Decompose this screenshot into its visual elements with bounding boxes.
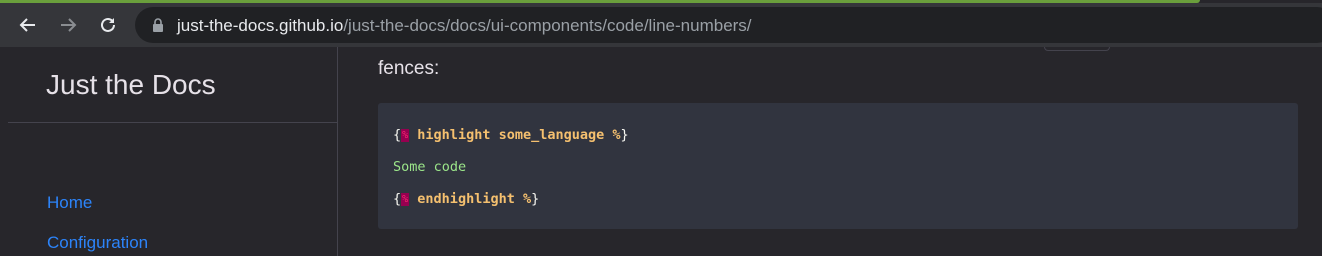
address-bar[interactable]: just-the-docs.github.io/just-the-docs/do… <box>135 7 1322 43</box>
code-line: Some code <box>393 159 467 175</box>
url-host: just-the-docs.github.io <box>177 16 344 35</box>
sidebar: Just the Docs Home Configuration <box>0 47 338 256</box>
site-title[interactable]: Just the Docs <box>46 69 216 101</box>
browser-toolbar: just-the-docs.github.io/just-the-docs/do… <box>0 3 1322 47</box>
reload-button[interactable] <box>92 9 124 41</box>
arrow-left-icon <box>19 18 35 32</box>
back-button[interactable] <box>12 9 44 41</box>
main-content: fences: {% highlight some_language %} So… <box>338 47 1322 256</box>
forward-button[interactable] <box>52 9 84 41</box>
code-block: {% highlight some_language %} Some code … <box>378 103 1298 229</box>
lock-icon <box>153 18 163 32</box>
arrow-right-icon <box>61 18 77 32</box>
code-keyword: endhighlight % <box>409 191 532 207</box>
url-path: /just-the-docs/docs/ui-components/code/l… <box>343 16 752 35</box>
code-brace: { <box>393 127 402 143</box>
sidebar-item-home[interactable]: Home <box>47 193 92 213</box>
paragraph-text: fences: <box>378 58 440 79</box>
code-brace: { <box>393 191 402 207</box>
code-brace: } <box>620 127 629 143</box>
url-text: just-the-docs.github.io/just-the-docs/do… <box>177 16 752 36</box>
code-keyword: highlight some_language % <box>409 127 621 143</box>
tab-edge <box>1044 47 1110 51</box>
code-line: {% endhighlight %} <box>393 191 539 207</box>
code-brace: } <box>531 191 540 207</box>
code-error-token: % <box>401 128 410 142</box>
sidebar-divider <box>8 122 337 123</box>
code-line: {% highlight some_language %} <box>393 127 629 143</box>
reload-icon <box>101 17 115 32</box>
sidebar-item-configuration[interactable]: Configuration <box>47 233 148 253</box>
code-error-token: % <box>401 192 410 206</box>
